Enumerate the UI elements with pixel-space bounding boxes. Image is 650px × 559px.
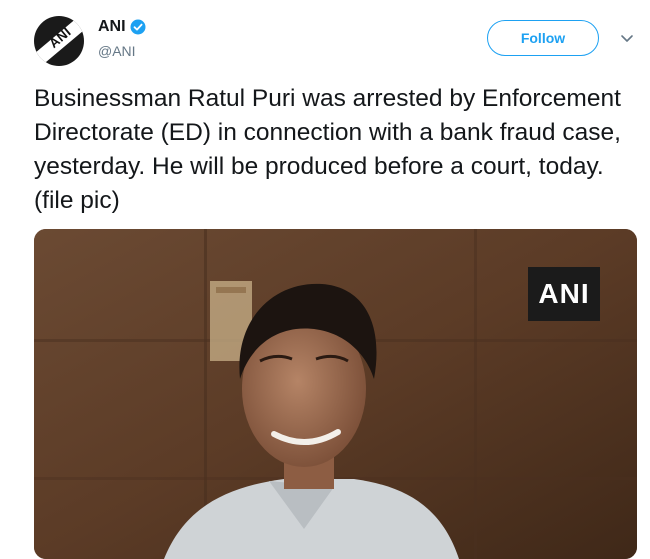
- follow-button[interactable]: Follow: [487, 20, 599, 56]
- name-row: ANI: [98, 18, 146, 36]
- display-name[interactable]: ANI: [98, 18, 126, 36]
- tweet-text: Businessman Ratul Puri was arrested by E…: [34, 85, 621, 214]
- media-watermark: ANI: [528, 267, 600, 321]
- user-handle[interactable]: @ANI: [98, 43, 136, 59]
- chevron-down-icon[interactable]: [619, 30, 635, 46]
- tweet-media[interactable]: ANI: [34, 229, 637, 559]
- verified-badge-icon: [130, 19, 146, 35]
- avatar[interactable]: ANI: [34, 16, 84, 66]
- tweet-header: ANI ANI @ANI Follow: [34, 12, 638, 68]
